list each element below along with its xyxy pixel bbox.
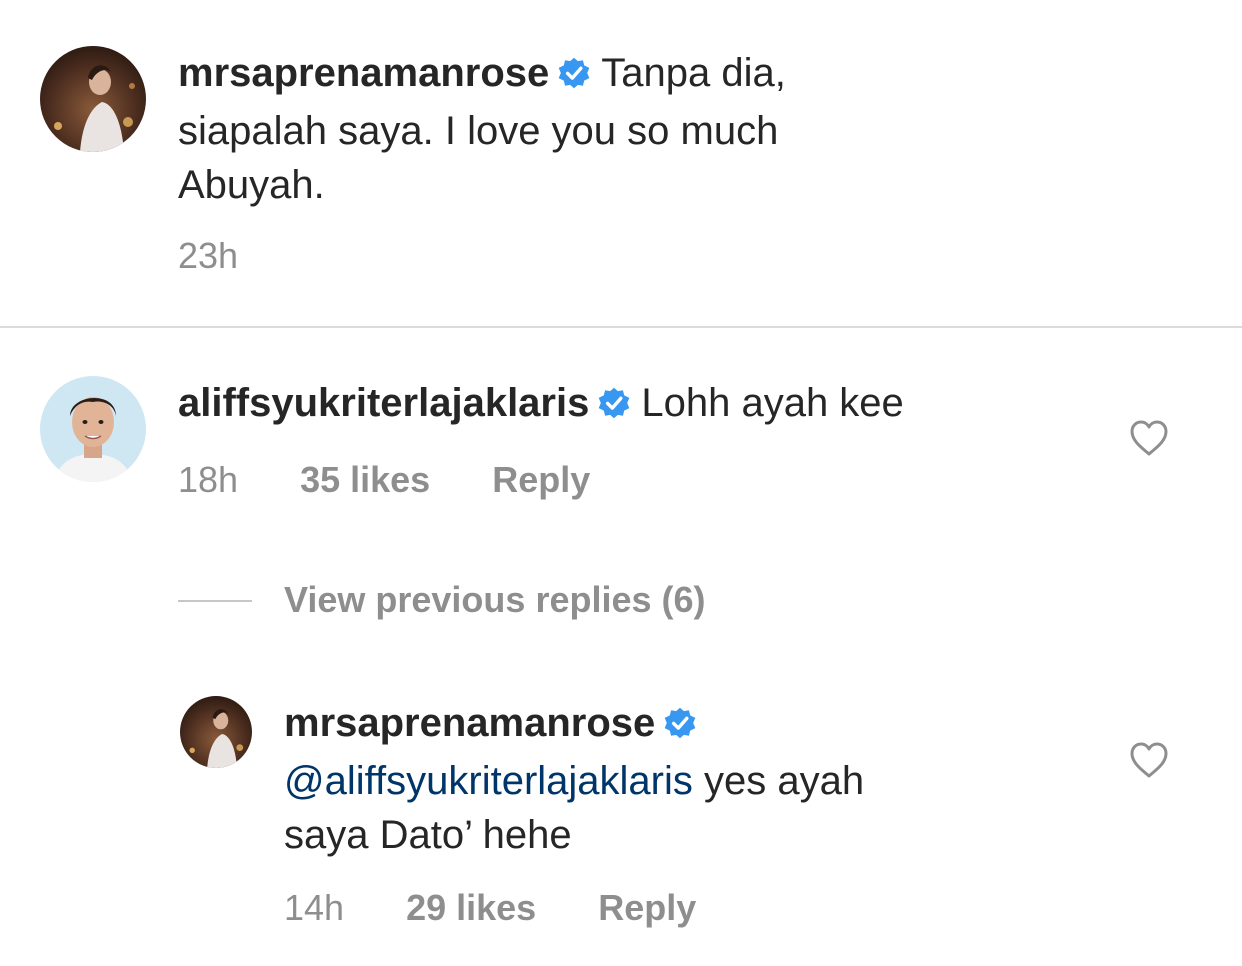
comment-text: Lohh ayah kee (641, 381, 904, 425)
mention-link[interactable]: @aliffsyukriterlajaklaris (284, 759, 693, 803)
reply-body: mrsaprenamanrose @aliffsyukriterlajaklar… (284, 696, 1104, 862)
reply-text-line: @aliffsyukriterlajaklaris yes ayah (284, 754, 1104, 808)
replies-line (178, 600, 252, 602)
avatar-mrsaprenamanrose[interactable] (40, 46, 146, 152)
reply-username[interactable]: mrsaprenamanrose (284, 701, 655, 745)
reply-text: yes ayah (692, 759, 865, 803)
comment-text: Tanpa dia, (601, 51, 786, 95)
comment-text-line: Abuyah. (178, 163, 325, 207)
comment-likes[interactable]: 35 likes (300, 459, 430, 500)
reply-likes[interactable]: 29 likes (406, 887, 536, 928)
view-previous-replies-button[interactable]: View previous replies (6) (284, 580, 706, 620)
comment-line: mrsaprenamanrose Tanpa dia, (178, 46, 1118, 104)
comment-username[interactable]: mrsaprenamanrose (178, 51, 549, 95)
heart-outline-icon[interactable] (1128, 740, 1170, 780)
comment-time: 23h (178, 235, 239, 276)
comment-meta: 18h 35 likes Reply (178, 460, 878, 500)
reply-header: mrsaprenamanrose (284, 696, 1104, 754)
verified-badge-icon (557, 50, 591, 104)
comment-time: 18h (178, 459, 239, 500)
comment-text-line: siapalah saya. I love you so much (178, 109, 779, 153)
comment-body: aliffsyukriterlajaklaris Lohh ayah kee (178, 376, 1118, 434)
comment-body: mrsaprenamanrose Tanpa dia, siapalah saya… (178, 46, 1118, 212)
divider (0, 326, 1242, 328)
comment-username[interactable]: aliffsyukriterlajaklaris (178, 381, 589, 425)
avatar-aliffsyukriterlajaklaris[interactable] (40, 376, 146, 482)
reply-meta: 14h 29 likes Reply (284, 888, 984, 928)
verified-badge-icon (597, 380, 631, 434)
verified-badge-icon (663, 700, 697, 754)
heart-outline-icon[interactable] (1128, 418, 1170, 458)
reply-button[interactable]: Reply (492, 459, 590, 500)
reply-text-line: saya Dato’ hehe (284, 813, 572, 857)
reply-time: 14h (284, 887, 345, 928)
avatar-mrsaprenamanrose[interactable] (180, 696, 252, 768)
reply-button[interactable]: Reply (598, 887, 696, 928)
